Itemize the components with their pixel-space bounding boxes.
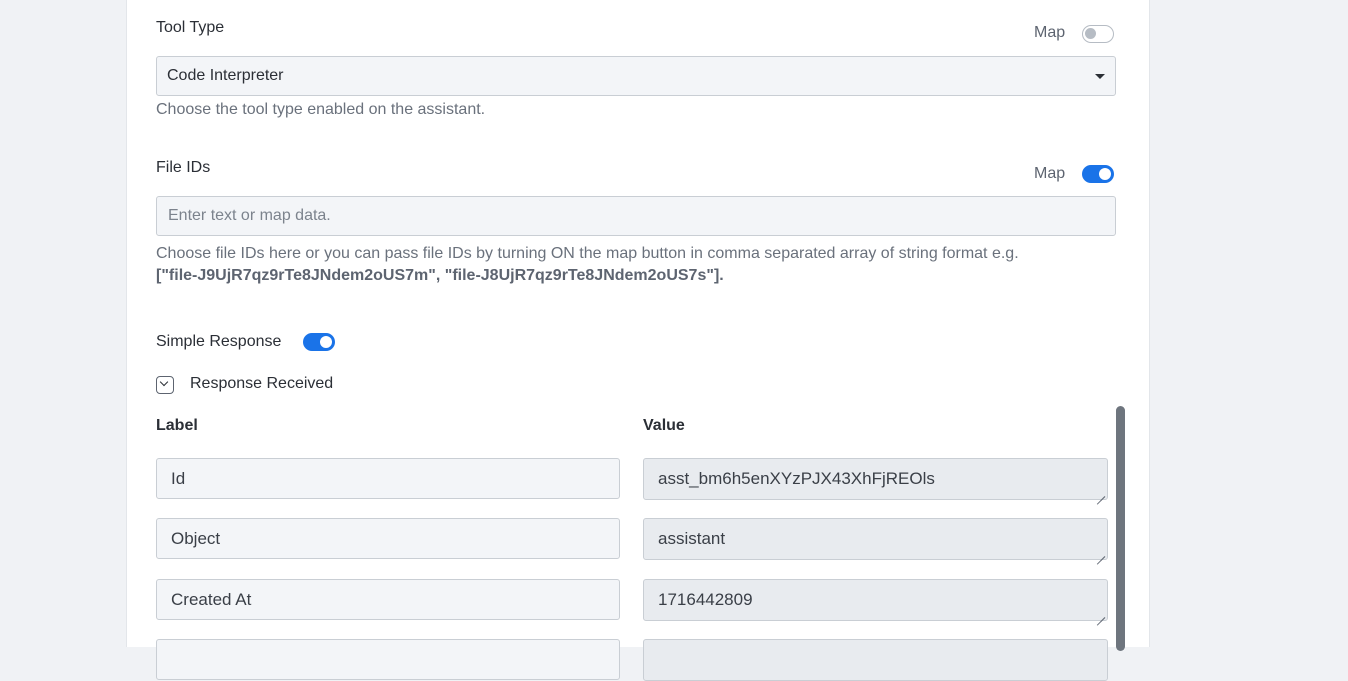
tool-type-map-toggle[interactable] — [1082, 25, 1114, 43]
value-column-header: Value — [643, 417, 685, 434]
response-value-field[interactable]: 1716442809 — [643, 579, 1108, 621]
file-ids-help: Choose file IDs here or you can pass fil… — [156, 243, 1116, 287]
file-ids-input[interactable] — [156, 196, 1116, 236]
response-value-text: assistant — [658, 529, 726, 548]
file-ids-label: File IDs — [156, 159, 211, 176]
settings-panel: Tool Type Map Code Interpreter Choose th… — [126, 0, 1150, 681]
response-label-field[interactable]: Created At — [156, 579, 620, 620]
tool-type-label: Tool Type — [156, 19, 225, 36]
file-ids-map-toggle[interactable] — [1082, 165, 1114, 183]
tool-type-map-label: Map — [1034, 24, 1066, 41]
file-ids-help-text: Choose file IDs here or you can pass fil… — [156, 245, 1019, 262]
resize-grip-icon[interactable] — [1096, 609, 1105, 618]
response-label-field[interactable]: Id — [156, 458, 620, 499]
response-value-text: 1716442809 — [658, 590, 753, 609]
tool-type-select[interactable]: Code Interpreter — [156, 56, 1116, 96]
label-column-header: Label — [156, 417, 198, 434]
response-label-field[interactable]: Object — [156, 518, 620, 559]
caret-down-icon — [1095, 74, 1105, 79]
scrollbar-thumb[interactable] — [1116, 406, 1125, 651]
response-label-field[interactable] — [156, 639, 620, 680]
simple-response-label: Simple Response — [156, 333, 282, 350]
tool-type-help: Choose the tool type enabled on the assi… — [156, 101, 486, 118]
response-value-field[interactable]: assistant — [643, 518, 1108, 560]
chevron-down-icon[interactable] — [156, 376, 174, 394]
resize-grip-icon[interactable] — [1096, 488, 1105, 497]
response-value-field[interactable] — [643, 639, 1108, 681]
file-ids-help-example: ["file-J9UjR7qz9rTe8JNdem2oUS7m", "file-… — [156, 267, 724, 284]
tool-type-selected-value: Code Interpreter — [167, 67, 284, 84]
resize-grip-icon[interactable] — [1096, 548, 1105, 557]
response-received-label[interactable]: Response Received — [190, 375, 333, 393]
simple-response-toggle[interactable] — [303, 333, 335, 351]
response-value-text: asst_bm6h5enXYzPJX43XhFjREOls — [658, 469, 935, 488]
response-value-field[interactable]: asst_bm6h5enXYzPJX43XhFjREOls — [643, 458, 1108, 500]
file-ids-map-label: Map — [1034, 165, 1066, 182]
